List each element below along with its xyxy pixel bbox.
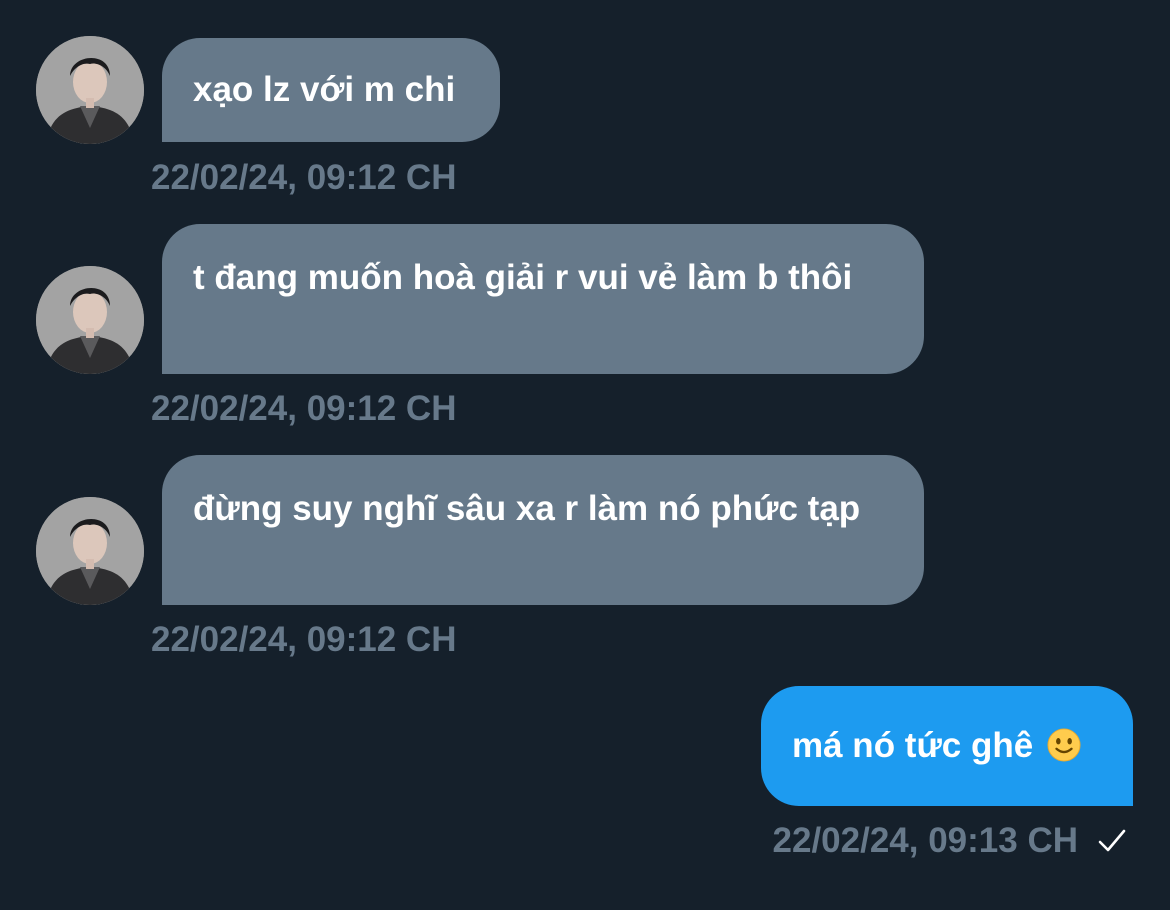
message-bubble[interactable]: đừng suy nghĩ sâu xa r làm nó phức tạp xyxy=(162,455,924,605)
message-timestamp: 22/02/24, 09:12 CH xyxy=(151,620,457,659)
message-timestamp: 22/02/24, 09:13 CH xyxy=(772,821,1078,860)
message-text: đừng suy nghĩ sâu xa r làm nó phức tạp xyxy=(193,489,861,528)
sent-check-icon xyxy=(1098,829,1126,852)
avatar[interactable] xyxy=(36,36,144,144)
slightly-smiling-face-icon xyxy=(1047,728,1081,762)
avatar[interactable] xyxy=(36,266,144,374)
message-bubble[interactable]: t đang muốn hoà giải r vui vẻ làm b thôi xyxy=(162,224,924,374)
message-text: má nó tức ghê xyxy=(792,726,1034,765)
message-timestamp: 22/02/24, 09:12 CH xyxy=(151,389,457,428)
message-text: xạo lz với m chi xyxy=(193,70,456,109)
message-bubble-sent[interactable]: má nó tức ghê xyxy=(761,686,1133,806)
message-bubble[interactable]: xạo lz với m chi xyxy=(162,38,500,142)
message-text: t đang muốn hoà giải r vui vẻ làm b thôi xyxy=(193,258,853,297)
message-timestamp: 22/02/24, 09:12 CH xyxy=(151,158,457,197)
avatar[interactable] xyxy=(36,497,144,605)
